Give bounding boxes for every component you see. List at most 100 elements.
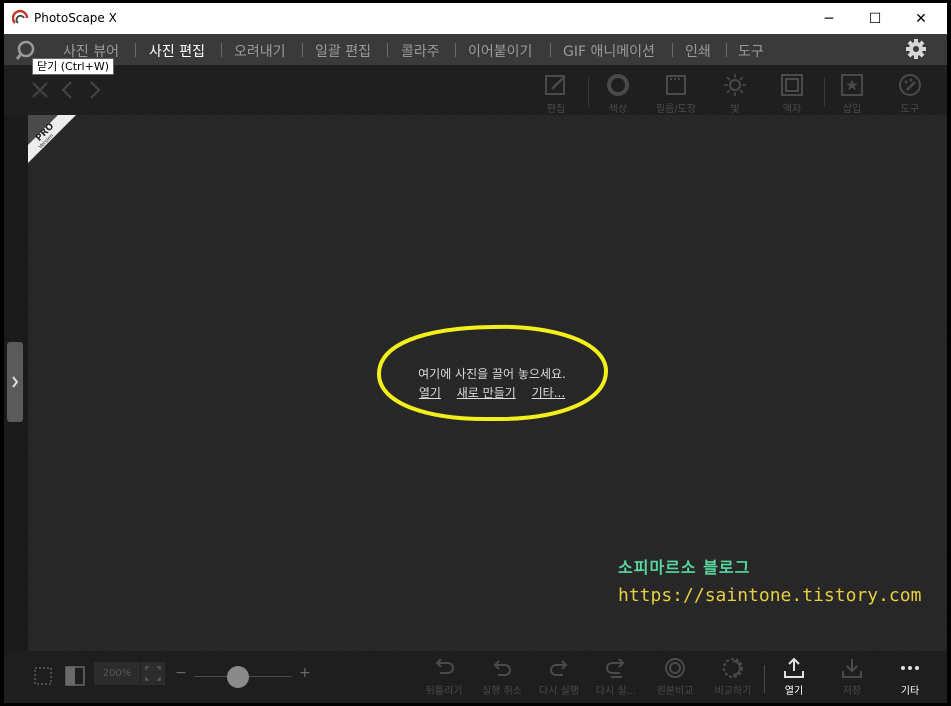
- tab-batch-editor[interactable]: 일괄 편집: [315, 41, 371, 61]
- fit-screen-button[interactable]: [141, 662, 165, 685]
- close-tooltip: 닫기 (Ctrl+W): [32, 58, 114, 75]
- tab-print[interactable]: 인쇄: [685, 41, 711, 61]
- fit-screen-icon: [145, 666, 161, 681]
- close-icon: ✕: [915, 10, 927, 27]
- tool-label: 삽입: [842, 104, 862, 115]
- tab-cut-out[interactable]: 오려내기: [234, 41, 286, 61]
- zoom-level[interactable]: 200%: [94, 662, 140, 685]
- tool-label: 필름/도장: [655, 104, 697, 115]
- new-link[interactable]: 새로 만들기: [457, 386, 516, 400]
- compare-split-icon: [723, 658, 743, 678]
- undo-icon: [493, 660, 511, 676]
- open-button[interactable]: 열기: [764, 657, 824, 697]
- edit-toolbar: 편집 색상 필름/도장 빛 액자 삽입 도구: [4, 65, 947, 115]
- btool-label: 비교하기: [714, 686, 752, 697]
- tab-tools[interactable]: 도구: [738, 41, 764, 61]
- undo-button[interactable]: 실행 취소: [472, 657, 532, 697]
- tool-color[interactable]: 색상: [593, 73, 643, 115]
- frame-icon: [781, 74, 803, 96]
- upload-icon: [784, 657, 804, 678]
- tool-label: 색상: [608, 104, 628, 115]
- tab-photo-editor[interactable]: 사진 편집: [149, 41, 205, 61]
- nav-divider: [302, 43, 303, 57]
- redo-icon: [550, 660, 568, 676]
- tool-label: 편집: [546, 104, 566, 115]
- redo-button[interactable]: 다시 실행: [529, 657, 589, 697]
- bottom-toolbar: 200% − + 뒤틀리기 실행 취소 다시 실행 다시 실... 원본비교 비…: [4, 651, 947, 703]
- toolbar-divider: [824, 77, 825, 107]
- download-icon: [842, 659, 862, 678]
- zoom-slider-knob[interactable]: [227, 666, 249, 688]
- btool-label: 다시 실...: [595, 686, 637, 697]
- tab-collage[interactable]: 콜라주: [401, 41, 440, 61]
- nav-divider: [726, 43, 727, 57]
- redo-all-icon: [606, 658, 625, 678]
- nav-divider: [672, 43, 673, 57]
- tab-gif-animation[interactable]: GIF 애니메이션: [563, 41, 655, 61]
- maximize-button[interactable]: ☐: [852, 3, 898, 34]
- nav-divider: [550, 43, 551, 57]
- circle-icon: [607, 74, 629, 96]
- tool-edit[interactable]: 편집: [531, 73, 581, 115]
- nav-divider: [135, 43, 136, 57]
- btool-label: 열기: [784, 686, 804, 697]
- drop-message: 여기에 사진을 끌어 놓으세요.: [418, 367, 566, 381]
- tool-insert[interactable]: 삽입: [827, 73, 877, 115]
- watermark-url: https://saintone.tistory.com: [618, 585, 922, 606]
- btool-label: 기타: [900, 686, 920, 697]
- pro-version-badge: PRO Version: [28, 115, 76, 163]
- zoom-out-icon[interactable]: −: [175, 665, 187, 681]
- open-link[interactable]: 열기: [419, 386, 441, 400]
- nav-divider: [455, 43, 456, 57]
- minimize-icon: ─: [824, 10, 834, 27]
- drop-zone: 여기에 사진을 끌어 놓으세요. 열기 새로 만들기 기타...: [374, 321, 610, 425]
- photoscape-logo-icon: [12, 9, 29, 24]
- app-window: PhotoScape X ─ ☐ ✕ 사진 뷰어 사진 편집 오려내기 일괄 편…: [4, 3, 947, 703]
- side-panel-toggle[interactable]: [7, 342, 23, 422]
- palette-icon: [899, 74, 921, 96]
- close-button[interactable]: ✕: [898, 3, 944, 34]
- zoom-in-icon[interactable]: +: [299, 665, 311, 681]
- nav-divider: [387, 43, 388, 57]
- compare-view-icon[interactable]: [64, 665, 86, 687]
- toolbar-divider: [588, 77, 589, 107]
- btool-label: 다시 실행: [539, 686, 579, 697]
- btool-label: 실행 취소: [482, 686, 522, 697]
- more-link[interactable]: 기타...: [532, 386, 566, 400]
- gear-icon[interactable]: [905, 38, 927, 60]
- more-button[interactable]: 기타: [880, 657, 940, 697]
- tool-label: 액자: [782, 104, 802, 115]
- btool-label: 원본비교: [656, 686, 694, 697]
- close-photo-icon[interactable]: [30, 80, 50, 100]
- grid-select-icon[interactable]: [32, 665, 54, 687]
- next-photo-icon[interactable]: [84, 80, 104, 100]
- save-button[interactable]: 저장: [822, 657, 882, 697]
- watermark-title: 소피마르소 블로그: [618, 558, 751, 577]
- minimize-button[interactable]: ─: [806, 3, 852, 34]
- tool-light[interactable]: 빛: [710, 73, 760, 115]
- sun-icon: [724, 74, 746, 96]
- nav-divider: [221, 43, 222, 57]
- title-bar: PhotoScape X ─ ☐ ✕: [4, 3, 947, 34]
- tool-film[interactable]: 필름/도장: [651, 73, 701, 115]
- redo-all-button[interactable]: 다시 실...: [586, 657, 646, 697]
- compare-split-button[interactable]: 비교하기: [703, 657, 763, 697]
- tab-combine[interactable]: 이어붙이기: [468, 41, 532, 61]
- tool-tools[interactable]: 도구: [885, 73, 935, 115]
- btool-label: 저장: [842, 686, 862, 697]
- window-title: PhotoScape X: [34, 11, 117, 25]
- btool-label: 뒤틀리기: [425, 686, 463, 697]
- pencil-icon: [545, 75, 565, 95]
- star-icon: [841, 74, 863, 96]
- revert-button[interactable]: 뒤틀리기: [414, 657, 474, 697]
- drop-links: 열기 새로 만들기 기타...: [374, 384, 610, 401]
- compare-original-button[interactable]: 원본비교: [645, 657, 705, 697]
- compare-icon: [665, 658, 685, 678]
- chevron-right-icon: [12, 376, 19, 388]
- tool-label: 도구: [900, 104, 920, 115]
- film-icon: [666, 75, 686, 95]
- undo-all-icon: [435, 658, 454, 674]
- tool-frame[interactable]: 액자: [767, 73, 817, 115]
- prev-photo-icon[interactable]: [58, 80, 78, 100]
- maximize-icon: ☐: [868, 10, 882, 27]
